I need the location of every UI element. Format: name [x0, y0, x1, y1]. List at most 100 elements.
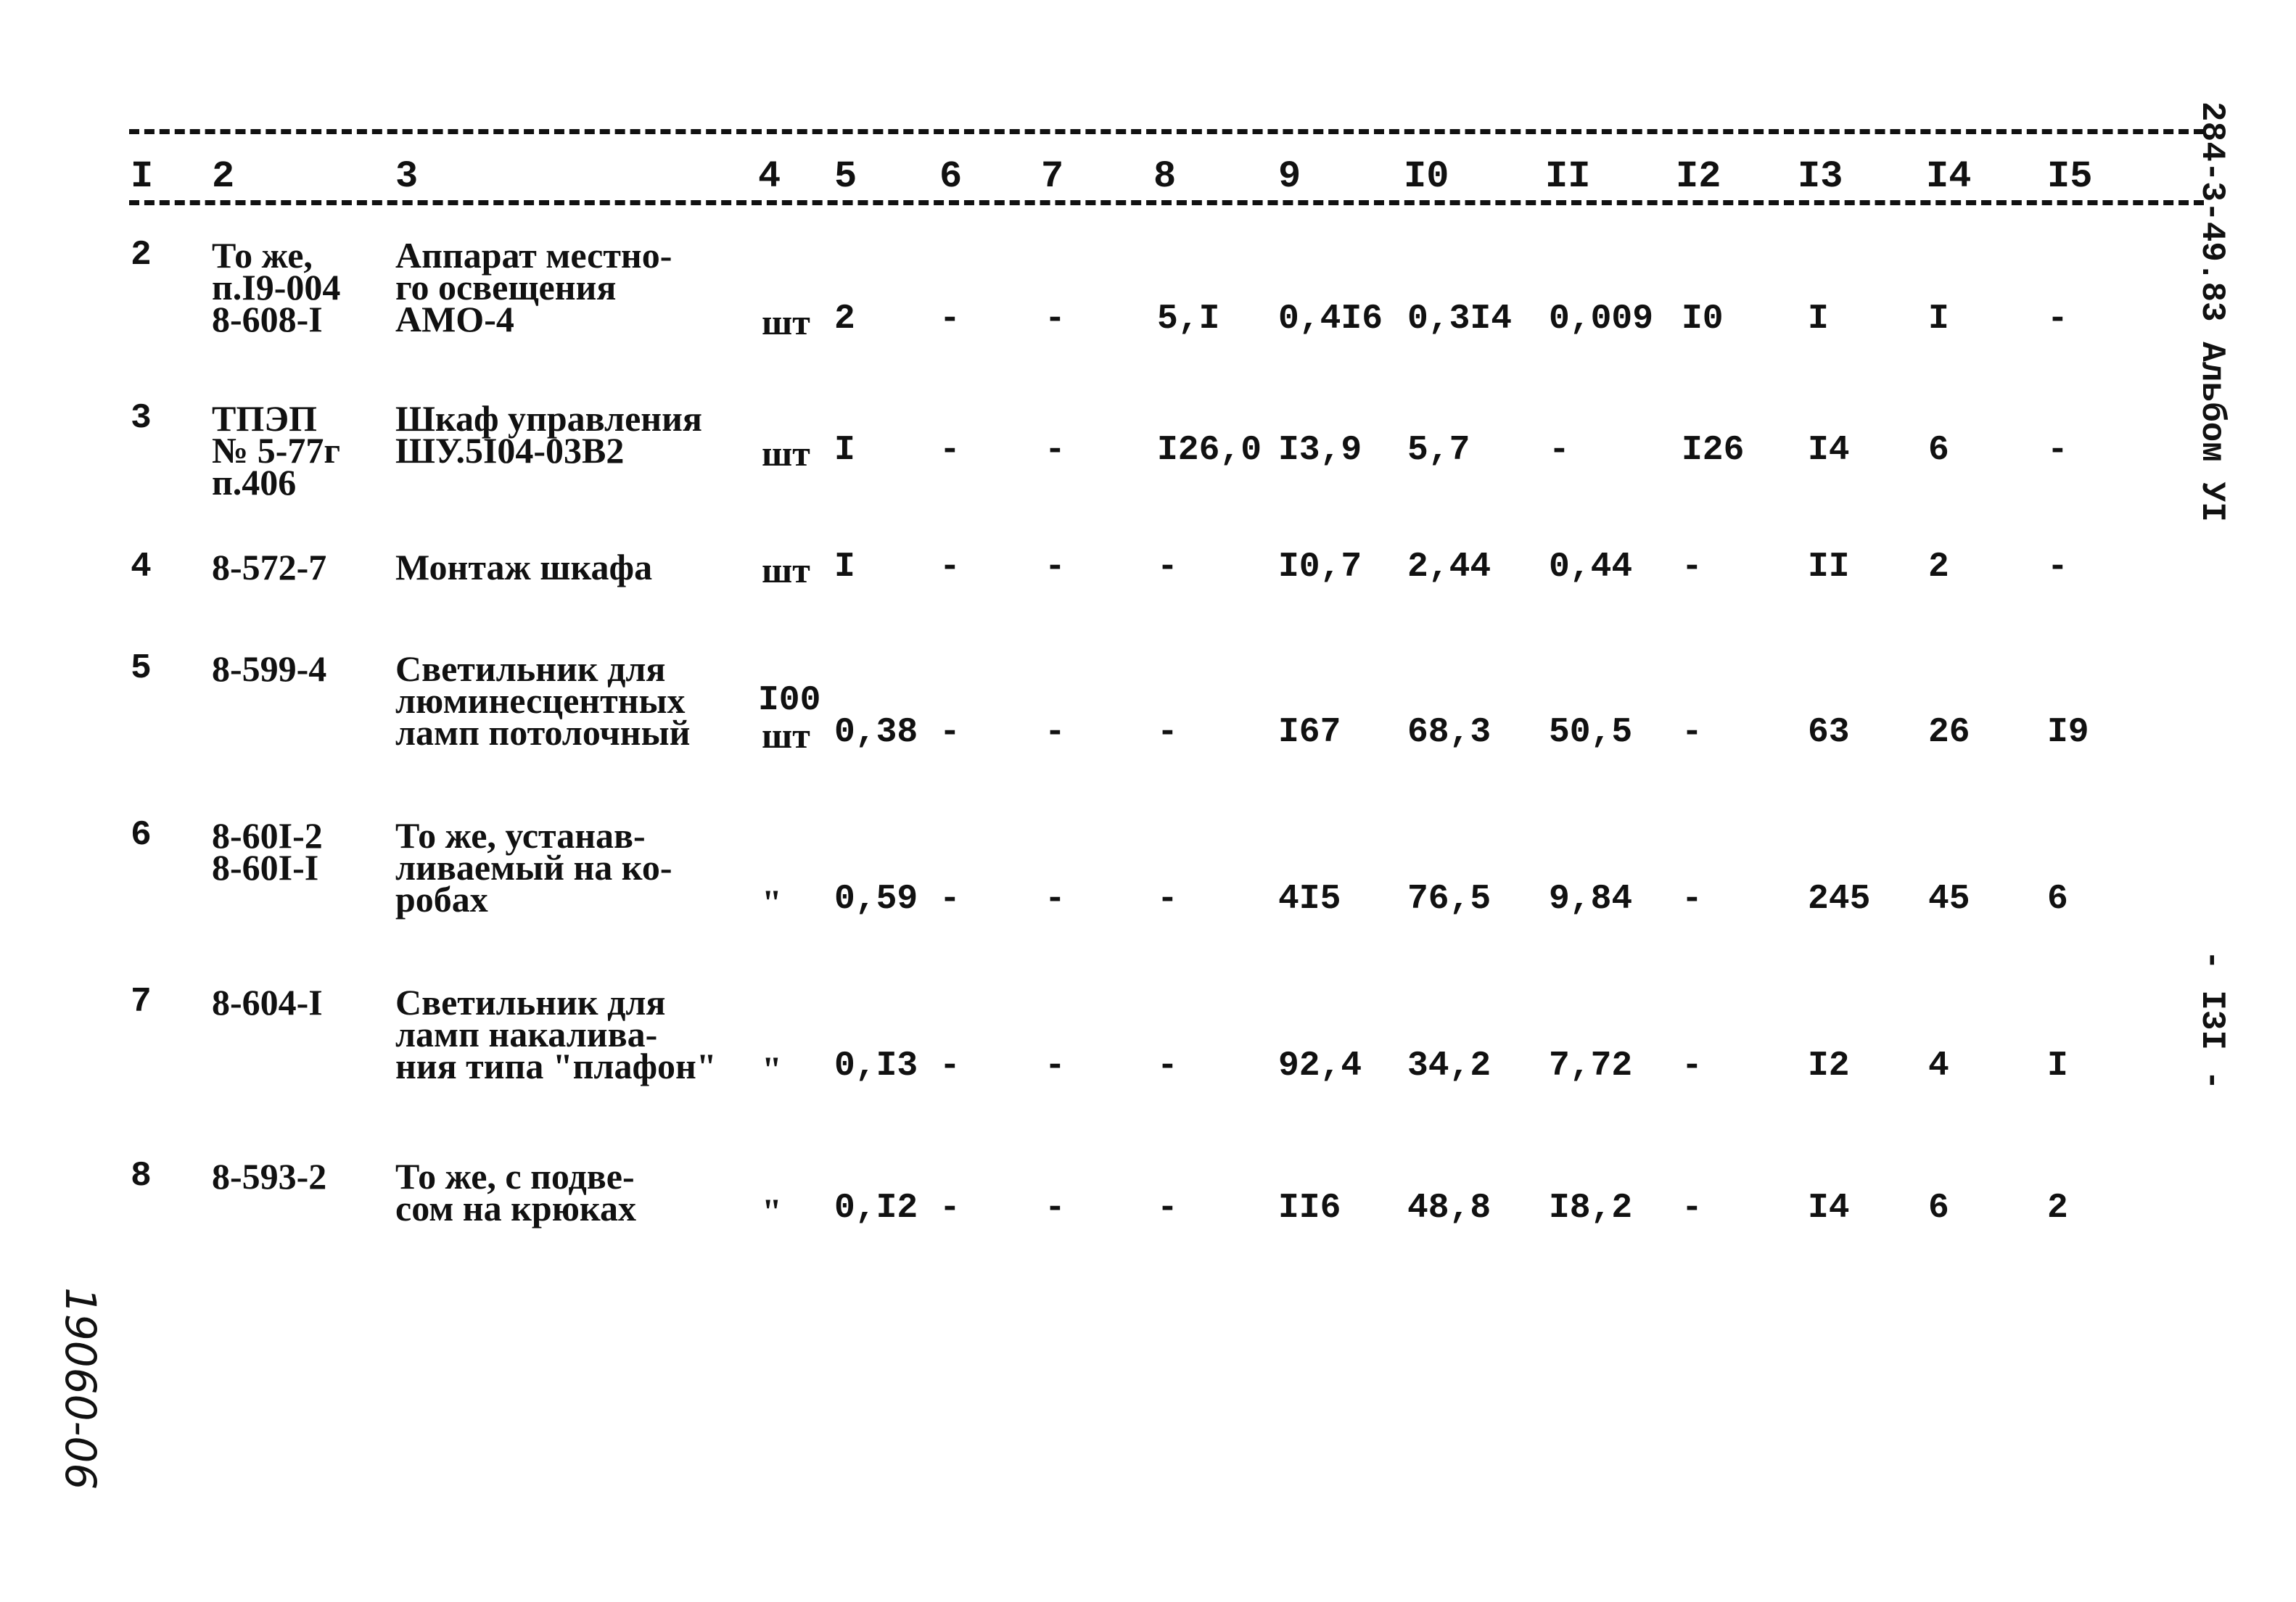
column-number-11: II [1545, 155, 1591, 198]
value-c7: - [1045, 1046, 1066, 1086]
value-c8: - [1157, 1189, 1178, 1228]
value-c8: - [1157, 1046, 1178, 1086]
row-number: 5 [131, 649, 152, 688]
value-c10: 0,3I4 [1407, 300, 1513, 339]
work-name: робах [395, 879, 488, 920]
value-c15: I9 [2047, 713, 2089, 752]
value-c13: I4 [1808, 431, 1850, 470]
value-c8: - [1157, 880, 1178, 919]
row-number: 8 [131, 1157, 152, 1196]
unit: шт [762, 550, 810, 590]
unit: шт [762, 433, 810, 474]
value-c8: - [1157, 548, 1178, 587]
value-c5: 0,I2 [834, 1189, 918, 1228]
norm-code: 8-599-4 [212, 648, 327, 689]
column-number-14: I4 [1926, 155, 1972, 198]
value-c11: 0,44 [1549, 548, 1633, 587]
value-c8: - [1157, 713, 1178, 752]
value-c7: - [1045, 1189, 1066, 1228]
value-c9: I67 [1278, 713, 1341, 752]
value-c15: 6 [2047, 880, 2068, 919]
value-c10: 2,44 [1407, 548, 1491, 587]
page-number: - I3I - [2193, 950, 2231, 1091]
value-c11: 7,72 [1549, 1046, 1633, 1086]
value-c12: I26 [1682, 431, 1745, 470]
value-c5: 2 [834, 300, 855, 339]
value-c9: 4I5 [1278, 880, 1341, 919]
value-c12: - [1682, 713, 1703, 752]
value-c12: I0 [1682, 300, 1724, 339]
value-c10: 68,3 [1407, 713, 1491, 752]
value-c5: I [834, 431, 855, 470]
value-c11: 0,009 [1549, 300, 1654, 339]
value-c15: - [2047, 300, 2068, 339]
value-c14: 26 [1928, 713, 1970, 752]
work-name: ния типа "плафон" [395, 1046, 717, 1086]
album-label: 284-3-49.83 Альбом УI [2193, 102, 2231, 522]
row-number: 7 [131, 983, 152, 1022]
value-c13: I2 [1808, 1046, 1850, 1086]
value-c9: II6 [1278, 1189, 1341, 1228]
value-c10: 34,2 [1407, 1046, 1491, 1086]
value-c6: - [939, 1046, 960, 1086]
header-top-rule [129, 129, 2204, 134]
value-c12: - [1682, 548, 1703, 587]
value-c8: 5,I [1157, 300, 1220, 339]
value-c13: I4 [1808, 1189, 1850, 1228]
row-number: 3 [131, 399, 152, 438]
column-number-1: I [131, 155, 154, 198]
value-c10: 76,5 [1407, 880, 1491, 919]
value-c6: - [939, 713, 960, 752]
archive-number: 19060-06 [56, 1287, 105, 1490]
value-c6: - [939, 300, 960, 339]
column-number-6: 6 [939, 155, 963, 198]
column-number-15: I5 [2047, 155, 2093, 198]
value-c7: - [1045, 713, 1066, 752]
work-name: АМО-4 [395, 299, 514, 339]
value-c14: 6 [1928, 431, 1949, 470]
column-number-13: I3 [1798, 155, 1843, 198]
work-name: ламп потолочный [395, 712, 691, 753]
value-c9: I3,9 [1278, 431, 1362, 470]
value-c10: 48,8 [1407, 1189, 1491, 1228]
column-number-4: 4 [758, 155, 781, 198]
column-number-10: I0 [1404, 155, 1449, 198]
value-c11: 9,84 [1549, 880, 1633, 919]
unit: шт [762, 715, 810, 756]
header-bottom-rule [129, 200, 2204, 205]
value-c6: - [939, 548, 960, 587]
column-number-5: 5 [834, 155, 857, 198]
norm-code: 8-608-I [212, 299, 323, 339]
value-c14: 4 [1928, 1046, 1949, 1086]
column-number-2: 2 [212, 155, 235, 198]
value-c7: - [1045, 431, 1066, 470]
value-c14: 2 [1928, 548, 1949, 587]
value-c11: I8,2 [1549, 1189, 1633, 1228]
value-c15: I [2047, 1046, 2068, 1086]
value-c14: 6 [1928, 1189, 1949, 1228]
work-name: ШУ.5I04-03В2 [395, 430, 625, 471]
value-c10: 5,7 [1407, 431, 1470, 470]
value-c5: I [834, 548, 855, 587]
value-c13: 245 [1808, 880, 1871, 919]
value-c6: - [939, 880, 960, 919]
value-c6: - [939, 431, 960, 470]
unit: " [762, 1191, 782, 1231]
value-c5: 0,59 [834, 880, 918, 919]
value-c15: - [2047, 431, 2068, 470]
row-number: 4 [131, 548, 152, 587]
unit-quantity: I00 [758, 681, 821, 720]
value-c14: 45 [1928, 880, 1970, 919]
column-number-9: 9 [1278, 155, 1301, 198]
column-number-8: 8 [1153, 155, 1177, 198]
value-c14: I [1928, 300, 1949, 339]
norm-code: 8-593-2 [212, 1156, 327, 1197]
value-c13: II [1808, 548, 1850, 587]
value-c12: - [1682, 1189, 1703, 1228]
row-number: 2 [131, 236, 152, 275]
value-c8: I26,0 [1157, 431, 1262, 470]
work-name: сом на крюках [395, 1188, 636, 1229]
value-c9: 92,4 [1278, 1046, 1362, 1086]
value-c11: - [1549, 431, 1570, 470]
value-c15: - [2047, 548, 2068, 587]
